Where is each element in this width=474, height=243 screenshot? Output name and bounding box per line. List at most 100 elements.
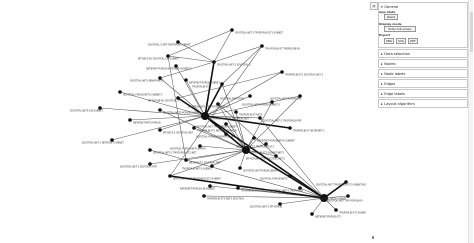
graph-node[interactable] (128, 118, 132, 122)
node-label: NETBYNET-POPLIB-NETS-SUBNET (257, 140, 295, 143)
node-label: NETBYNET-POPLIB-SUBNET (189, 82, 220, 85)
node-label: SEVSTEAL-NETS-LIB-SUBNET (70, 110, 104, 113)
node-label: SEVSTEAL-POPLIB-NETS (260, 178, 288, 181)
resize-handle[interactable] (372, 236, 374, 239)
node-label: TMSPOPLIB-ST2 SEVSTEAL-LIB (241, 190, 276, 193)
graph-edge[interactable] (213, 29, 233, 63)
node-label: SEVSTEAL-POPLIB-TMSPOPLIB-RU (196, 136, 235, 139)
node-label: NETBYNET-POPLIB-LIB-SUBNET (180, 188, 216, 191)
reset-button[interactable]: Reset (384, 14, 398, 20)
graph-node[interactable] (158, 108, 162, 112)
node-label: TMSPOPLIB-ST2 (192, 86, 211, 89)
section-title: Nodes (384, 62, 396, 67)
export-label: Export (379, 33, 391, 37)
node-label: TMSPOPLIB-NETS-SUBNET (182, 168, 213, 171)
node-label: SEVSTEAL-NET-LIBRARY-NETS (130, 80, 164, 83)
section-layout-algorithm[interactable]: ▸ Layout algorithm (378, 99, 468, 108)
section-title: Data selection (384, 52, 411, 57)
graph-node[interactable] (310, 212, 314, 216)
node-label: TMSPOPLIB-ST2-SUBNET-NETS (249, 152, 284, 155)
node-label: IRT-POPLIB-RU SEVSTEAL-2 (148, 100, 180, 103)
node-label: NETBYNET-POPLIB NETBYNET-SUBNET-2 (146, 68, 192, 71)
network-graph[interactable]: SEVSTEAL-NET-2 TMSPOPLIB-ST2-SUBNET SEVST… (0, 0, 366, 243)
graph-node[interactable] (238, 166, 242, 170)
scrollbar-thumb[interactable] (469, 12, 473, 52)
graph-edge[interactable] (167, 55, 187, 161)
graph-node[interactable] (334, 208, 338, 212)
section-nodes[interactable]: ▸ Nodes (378, 59, 468, 68)
node-label: SEVSTEAL-NET-2 NETBYNET-SUBNET (82, 142, 124, 145)
graph-edge[interactable] (111, 115, 206, 141)
graph-node[interactable] (248, 94, 252, 98)
graph-node[interactable] (202, 194, 206, 198)
graph-node[interactable] (148, 148, 152, 152)
graph-edge[interactable] (213, 45, 263, 63)
section-title: Edges (384, 82, 396, 87)
chevron-right-icon: ▸ (381, 92, 383, 97)
graph-node[interactable] (184, 78, 188, 82)
panel-scrollbar[interactable] (468, 0, 473, 243)
node-label: SEVSTEAL-NET-2 IRT-POPLIB (250, 206, 282, 209)
node-label: NETBYNET-2 SEVSTEAL-NET (189, 162, 221, 165)
chevron-right-icon: ▸ (381, 62, 383, 67)
chevron-right-icon: ▸ (381, 82, 383, 87)
node-label: SEVSTEAL-NET-POPLIB-LIBRARY (243, 170, 280, 173)
node-label: IRT-POPLIB-NETS SEVSTEAL-NET-2 (246, 158, 285, 161)
section-title: Edge labels (384, 92, 405, 97)
node-label: SEVSTEAL-NET-2 SEVSTEAL-POP (120, 166, 157, 169)
node-label: SEVSTEAL-NET-2 TMSPOPLIB-POP (263, 120, 302, 123)
node-label: TMS-POPLIB-ST TMSPOPLIB-RU (265, 48, 301, 51)
section-title: Layout algorithm (384, 102, 415, 107)
node-label: IRT-NETS-2 SEVSTEAL-NET (163, 132, 194, 135)
graph-node[interactable] (236, 186, 240, 190)
node-label: TMSPOPLIB-ST NETBYNET-2 (293, 130, 325, 133)
section-data-selection[interactable]: ▸ Data selection (378, 49, 468, 58)
export-svg-button[interactable]: SVG (396, 38, 406, 44)
graph-canvas[interactable]: SEVSTEAL-NET-2 TMSPOPLIB-ST2-SUBNET SEVST… (0, 0, 366, 243)
node-label: NETBYNET-POPLIB-ST2 (315, 216, 341, 219)
node-label: TMSPOPLIB-ST2 SEVSTEAL-NET-3 (285, 74, 323, 77)
graph-node[interactable] (220, 82, 224, 86)
node-label: TMSPOPLIB-SUBNET SEVSTEAL-NET (208, 118, 249, 121)
collapse-panel-button[interactable]: » (370, 2, 378, 10)
node-label: SEVSTEAL-NETS-SUBNET (318, 198, 347, 201)
node-label: SEVSTEAL-NET-2 TMSPOPLIB-ST2-SUBNET (235, 32, 284, 35)
graph-node[interactable] (288, 126, 292, 130)
chevron-right-icon: ▸ (381, 52, 383, 57)
node-label: SEVSTEAL-2 NET-TMSPOPLIB-SUBNET (148, 44, 191, 47)
section-edges[interactable]: ▸ Edges (378, 79, 468, 88)
section-general-title: General (384, 5, 399, 10)
graph-node[interactable] (168, 174, 172, 178)
graph-node[interactable] (212, 60, 216, 64)
graph-node[interactable] (230, 28, 234, 32)
node-label: SEVSTEAL-POPLIB-NETS-SUBNET-2 (123, 94, 163, 97)
node-label: SEVSTEAL-NET-2 TMSPOPLIB-ST2-NET (153, 152, 197, 155)
node-label: SEVSTEAL-NETS-POPLIB-SUBNET (163, 112, 201, 115)
graph-node[interactable] (288, 174, 292, 178)
section-edge-labels[interactable]: ▸ Edge labels (378, 89, 468, 98)
graph-node[interactable] (346, 194, 350, 198)
graph-node[interactable] (258, 116, 262, 120)
chevron-right-icon: ▸ (381, 102, 383, 107)
node-label: SEVSTEAL-NET-2 SEVSTEAL-2 (217, 64, 251, 67)
graph-node[interactable] (234, 110, 238, 114)
section-node-labels[interactable]: ▸ Node labels (378, 69, 468, 78)
node-label: SEVSTEAL-NET-POPLIB-TMS (270, 98, 302, 101)
graph-node[interactable] (252, 136, 256, 140)
graph-node[interactable] (118, 90, 122, 94)
chevron-right-icon: ▸ (381, 72, 383, 77)
graph-edge[interactable] (245, 101, 273, 151)
graph-node[interactable] (260, 44, 264, 48)
graph-node[interactable] (184, 158, 188, 162)
node-label: SEVSTEAL-NET TMSPOPLIB-ST2-SUBNETWORK (316, 184, 366, 187)
export-png-button[interactable]: PNG (384, 38, 394, 44)
graph-edge[interactable] (175, 65, 206, 117)
graph-node[interactable] (158, 128, 162, 132)
section-title: Node labels (384, 72, 406, 77)
graph-node[interactable] (280, 70, 284, 74)
node-label: TMSPOPLIB-ST-NETS (239, 114, 263, 117)
fullscreen-button[interactable]: Enter full screen (384, 26, 416, 32)
node-label: SEVSTEAL-NET TMSPOPLIB-SUBNET (196, 126, 237, 129)
export-pdf-button[interactable]: PDF (408, 38, 418, 44)
node-label: NETBYNET-NETS-POPLIB (133, 122, 161, 125)
